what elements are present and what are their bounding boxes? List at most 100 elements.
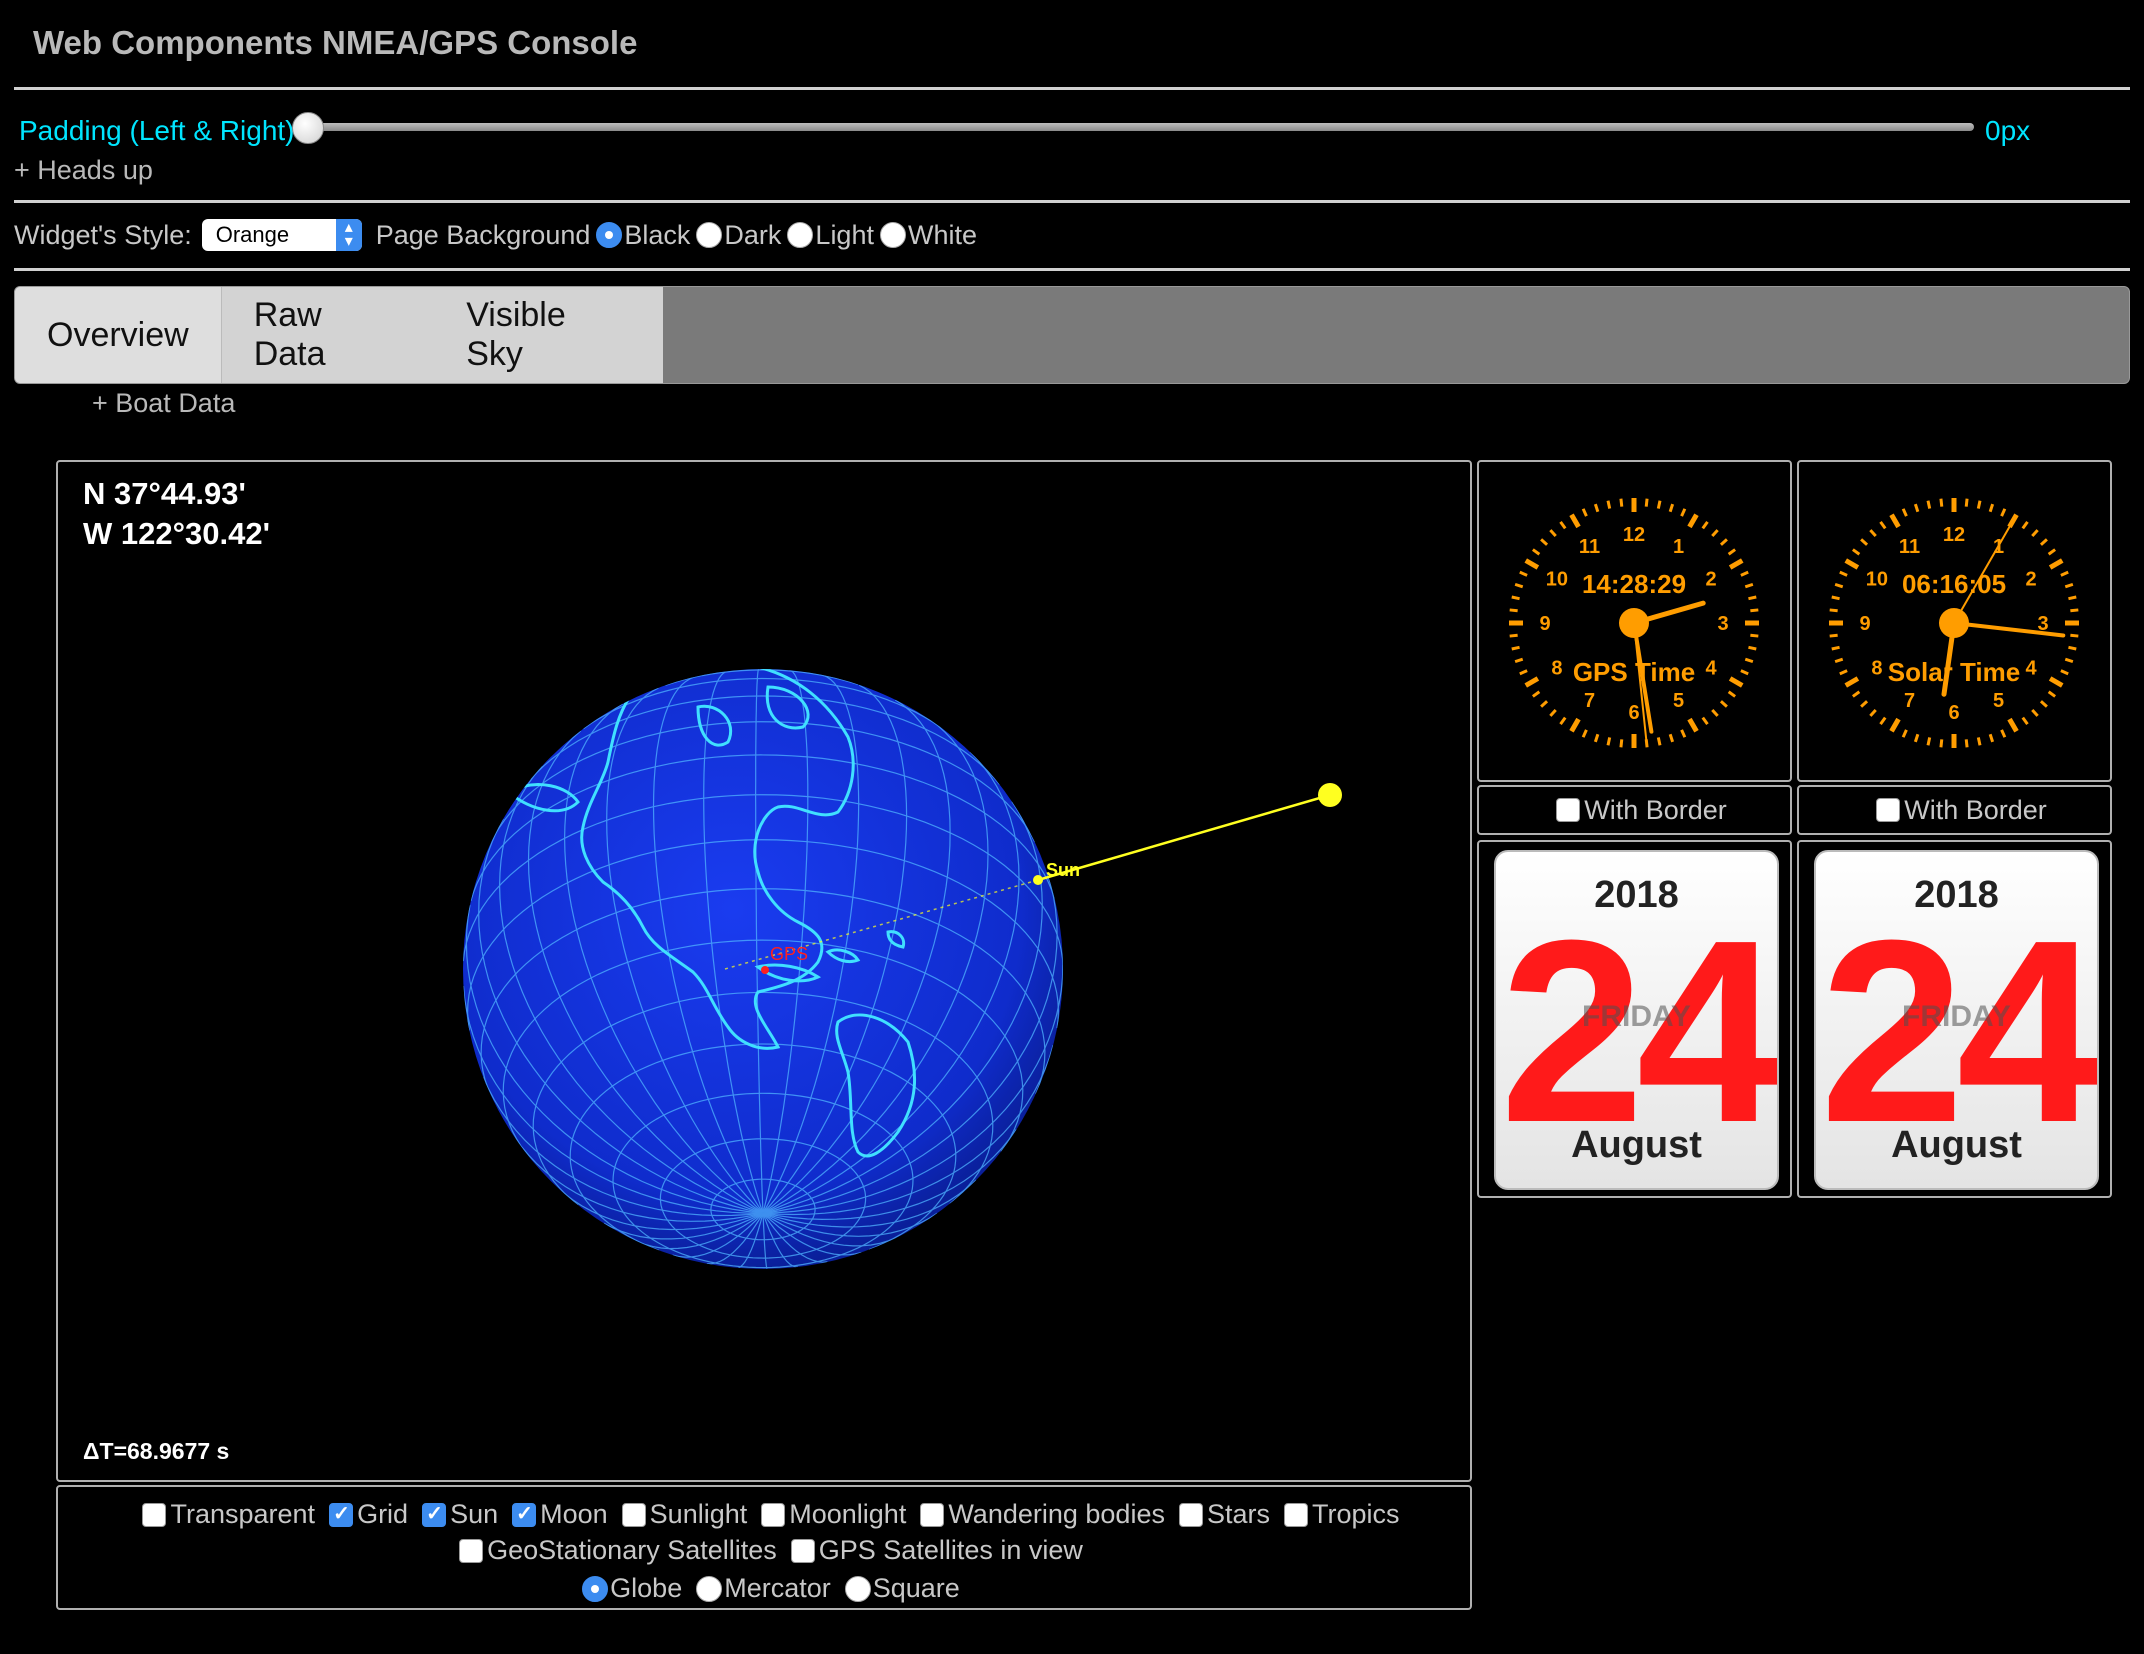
page-background-label: Page Background — [375, 219, 591, 250]
tick-mark — [1644, 498, 1649, 507]
clock-number: 7 — [1584, 690, 1595, 712]
sun-checkbox[interactable] — [422, 1501, 447, 1527]
square-radio[interactable] — [844, 1575, 871, 1602]
tick-mark — [1680, 729, 1687, 738]
clock-number: 8 — [1871, 658, 1882, 680]
globe-panel: N 37°44.93' W 122°30.42' Sun GPS ΔT=68.9… — [56, 460, 1472, 1482]
geostationary-satellites-checkbox[interactable] — [459, 1538, 484, 1563]
mercator-radio[interactable] — [696, 1575, 723, 1602]
tick-mark — [1509, 608, 1518, 613]
gps-satellites-in-view-checkbox[interactable] — [790, 1538, 815, 1563]
tick-mark — [1988, 503, 1995, 513]
tick-mark — [1727, 548, 1737, 556]
tick-mark — [1889, 513, 1901, 529]
tick-mark — [1844, 676, 1860, 688]
tick-mark — [1531, 690, 1541, 698]
gps-clock-border-checkbox[interactable] — [1556, 798, 1581, 822]
bg-white-radio[interactable] — [879, 222, 906, 248]
tick-mark — [2064, 582, 2074, 589]
clock-number: 4 — [1706, 658, 1718, 680]
stars-checkbox[interactable] — [1178, 1502, 1203, 1527]
heads-up-toggle[interactable]: + Heads up — [14, 155, 153, 186]
tick-mark — [1831, 595, 1840, 601]
calendar-weekday: FRIDAY — [1902, 1000, 2011, 1033]
tick-mark — [1728, 676, 1744, 688]
tick-mark — [1976, 737, 1982, 746]
tick-mark — [1569, 717, 1581, 733]
globe-view[interactable]: Sun GPS — [58, 462, 1470, 1480]
tab-raw-data[interactable]: Raw Data — [222, 287, 435, 383]
moonlight-checkbox[interactable] — [761, 1502, 786, 1527]
sun-ray-outside — [1037, 793, 1331, 882]
mercator-label: Mercator — [724, 1573, 831, 1603]
tick-mark — [2021, 716, 2029, 726]
padding-slider-track[interactable] — [306, 123, 1974, 131]
solar-clock-face: 12123456789101106:16:05Solar Time — [1829, 498, 2079, 748]
widget-style-select[interactable]: Orange ▴ ▾ — [201, 219, 362, 251]
tab-bar: Overview Raw Data Visible Sky — [14, 286, 2130, 384]
tick-mark — [1524, 676, 1540, 688]
bg-black-label: Black — [624, 219, 691, 250]
clock-number: 4 — [2026, 658, 2038, 680]
gps-time-clock: 12 1 2 3 4 5 6 7 8 9 10 11 14:28:29 GPS Time — [1477, 460, 1792, 782]
globe-radio[interactable] — [582, 1575, 609, 1602]
solar-clock-border-checkbox[interactable] — [1876, 798, 1901, 822]
tick-mark — [2039, 700, 2048, 708]
clock-caption: GPS Time — [1573, 657, 1695, 687]
tick-mark — [1606, 500, 1612, 509]
calendar-panel: 2018 24 FRIDAY August — [1477, 840, 1792, 1198]
bg-dark-radio[interactable] — [696, 222, 723, 248]
bg-light-label: Light — [815, 219, 874, 250]
sun-label: Sun — [450, 1499, 499, 1529]
wandering-bodies-checkbox[interactable] — [920, 1502, 945, 1527]
tick-mark — [1549, 529, 1557, 538]
tick-mark — [2068, 595, 2077, 601]
tick-mark — [2070, 608, 2079, 613]
tick-mark — [1750, 633, 1759, 638]
tick-mark — [1860, 700, 1869, 708]
tick-mark — [1860, 538, 1869, 546]
padding-slider-thumb[interactable] — [292, 112, 324, 144]
calendar-page: 2018 24 FRIDAY August — [1814, 850, 2099, 1190]
tick-mark — [1834, 582, 1844, 589]
tick-mark — [1687, 513, 1699, 529]
tick-mark — [1988, 733, 1995, 743]
tab-visible-sky[interactable]: Visible Sky — [434, 287, 663, 383]
sun-icon — [1318, 783, 1342, 807]
widget-style-label: Widget's Style: — [14, 219, 192, 250]
clock-number: 11 — [1899, 536, 1920, 558]
solar-time-clock: 12123456789101106:16:05Solar Time — [1797, 460, 2112, 782]
tick-mark — [1740, 570, 1749, 577]
tick-mark — [1524, 558, 1540, 570]
moon-checkbox[interactable] — [512, 1501, 537, 1527]
tick-mark — [1869, 529, 1877, 538]
tick-mark — [1581, 729, 1588, 738]
tick-mark — [2060, 570, 2069, 577]
tab-overview[interactable]: Overview — [15, 287, 222, 383]
clock-number: 12 — [1623, 524, 1645, 546]
clock-number: 6 — [1948, 702, 1959, 724]
tropics-checkbox[interactable] — [1284, 1502, 1308, 1527]
bg-light-radio[interactable] — [787, 222, 814, 248]
page-title: Web Components NMEA/GPS Console — [33, 24, 638, 61]
padding-value: 0px — [1985, 115, 2031, 146]
boat-data-toggle[interactable]: + Boat Data — [92, 388, 235, 419]
tick-mark — [1559, 716, 1567, 726]
gps-clock-border-option: With Border — [1477, 785, 1792, 835]
clock-caption: Solar Time — [1888, 657, 2020, 687]
clock-number: 2 — [1706, 569, 1717, 591]
tick-mark — [2039, 538, 2048, 546]
grid-checkbox[interactable] — [329, 1501, 354, 1527]
sunlight-checkbox[interactable] — [621, 1502, 646, 1527]
tick-mark — [1964, 739, 1969, 748]
tick-mark — [1656, 500, 1662, 509]
tick-mark — [1834, 657, 1844, 664]
sun-marker — [1033, 875, 1043, 885]
gps-marker — [761, 966, 769, 974]
tick-mark — [1619, 498, 1624, 507]
tick-mark — [1869, 708, 1877, 717]
moon-label: Moon — [540, 1499, 608, 1529]
transparent-checkbox[interactable] — [142, 1502, 167, 1527]
bg-black-radio[interactable] — [596, 222, 623, 248]
tick-mark — [1549, 708, 1557, 717]
